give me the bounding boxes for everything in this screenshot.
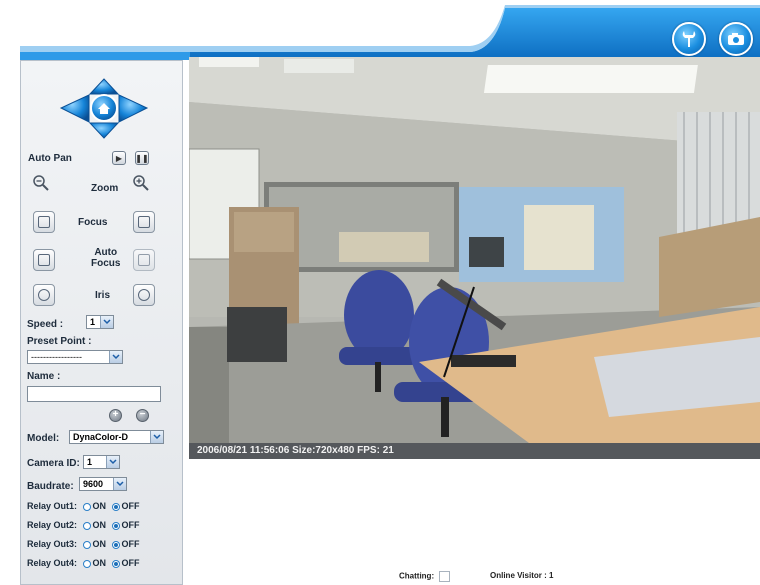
preset-point-label: Preset Point :	[27, 336, 92, 347]
delete-preset-button[interactable]: −	[136, 409, 149, 422]
baudrate-select[interactable]: 9600	[79, 477, 127, 491]
focus-label: Focus	[78, 217, 108, 228]
zoom-out-button[interactable]	[32, 174, 50, 192]
settings-button[interactable]	[672, 22, 706, 56]
direction-pad-icon	[59, 78, 149, 139]
pan-right-button[interactable]	[118, 94, 149, 123]
speed-value: 1	[90, 317, 96, 327]
chatting-label: Chatting:	[399, 571, 435, 581]
speed-label: Speed :	[27, 319, 64, 330]
model-select[interactable]: DynaColor-D	[69, 430, 164, 444]
baudrate-label: Baudrate:	[27, 481, 74, 492]
auto-focus-label: Auto Focus	[91, 247, 121, 269]
iris-close-button[interactable]	[33, 284, 55, 306]
focus-near-icon	[38, 216, 50, 228]
auto-focus-icon	[38, 254, 50, 266]
chevron-down-icon	[150, 431, 163, 443]
relay-out2-on-radio[interactable]: ON	[82, 520, 106, 530]
auto-focus-off-icon	[138, 254, 150, 266]
zoom-in-button[interactable]	[132, 174, 150, 192]
focus-far-icon	[138, 216, 150, 228]
iris-close-icon	[38, 289, 50, 301]
relay-out4-row: Relay Out4: ON OFF	[27, 558, 140, 568]
relay-out4-on-radio[interactable]: ON	[82, 558, 106, 568]
relay-out3-off-radio[interactable]: OFF	[111, 539, 140, 549]
camera-feed-image	[189, 57, 760, 443]
relay-out2-label: Relay Out2:	[27, 520, 78, 530]
add-preset-button[interactable]: +	[109, 409, 122, 422]
relay-out3-label: Relay Out3:	[27, 539, 78, 549]
auto-focus-off-button[interactable]	[133, 249, 155, 271]
auto-pan-start-button[interactable]: ▶	[112, 151, 126, 165]
preset-point-select[interactable]: -----------------	[27, 350, 123, 364]
name-input[interactable]	[27, 386, 161, 402]
zoom-label: Zoom	[91, 183, 119, 194]
model-value: DynaColor-D	[73, 432, 129, 442]
relay-out4-label: Relay Out4:	[27, 558, 78, 568]
relay-out3-on-radio[interactable]: ON	[82, 539, 106, 549]
pan-left-button[interactable]	[59, 94, 90, 123]
snapshot-button[interactable]	[719, 22, 753, 56]
auto-focus-on-button[interactable]	[33, 249, 55, 271]
chevron-down-icon	[113, 478, 126, 490]
play-icon: ▶	[115, 153, 123, 163]
relay-out3-row: Relay Out3: ON OFF	[27, 539, 140, 549]
header-curve	[20, 5, 760, 60]
name-label: Name :	[27, 371, 61, 382]
focus-far-button[interactable]	[133, 211, 155, 233]
baudrate-value: 9600	[83, 479, 104, 489]
auto-pan-stop-button[interactable]: ❚❚	[135, 151, 149, 165]
relay-out1-row: Relay Out1: ON OFF	[27, 501, 140, 511]
top-bar	[0, 0, 760, 60]
camera-id-label: Camera ID:	[27, 458, 80, 469]
live-video-view[interactable]	[189, 57, 760, 443]
video-status-bar: 2006/08/21 11:56:06 Size:720x480 FPS: 21	[189, 443, 760, 459]
relay-out1-off-radio[interactable]: OFF	[111, 501, 140, 511]
relay-out1-label: Relay Out1:	[27, 501, 78, 511]
plus-icon: +	[112, 409, 119, 420]
speed-select[interactable]: 1	[86, 315, 114, 329]
preset-point-value: -----------------	[31, 352, 82, 362]
camera-id-value: 1	[87, 457, 93, 467]
ptz-control-panel: Auto Pan ▶ ❚❚ Zoom Focus Auto Focus Iris…	[20, 60, 183, 585]
online-visitor-count: Online Visitor : 1	[490, 571, 554, 580]
model-label: Model:	[27, 433, 60, 444]
chevron-down-icon	[106, 456, 119, 468]
camera-icon	[728, 33, 744, 45]
focus-near-button[interactable]	[33, 211, 55, 233]
wrench-icon	[682, 31, 696, 47]
relay-out2-off-radio[interactable]: OFF	[111, 520, 140, 530]
chevron-down-icon	[100, 316, 113, 328]
camera-id-select[interactable]: 1	[83, 455, 120, 469]
chevron-down-icon	[109, 351, 122, 363]
iris-open-icon	[138, 289, 150, 301]
minus-icon: −	[139, 409, 146, 420]
chatting-toggle: Chatting:	[399, 571, 451, 582]
home-button[interactable]	[90, 94, 118, 122]
auto-pan-label: Auto Pan	[28, 153, 72, 164]
chatting-checkbox[interactable]	[439, 571, 451, 582]
relay-out2-row: Relay Out2: ON OFF	[27, 520, 140, 530]
iris-label: Iris	[95, 290, 111, 301]
relay-out4-off-radio[interactable]: OFF	[111, 558, 140, 568]
pan-down-button[interactable]	[88, 122, 120, 139]
relay-out1-on-radio[interactable]: ON	[82, 501, 106, 511]
iris-open-button[interactable]	[133, 284, 155, 306]
pause-icon: ❚❚	[135, 153, 149, 163]
pan-up-button[interactable]	[88, 78, 120, 95]
